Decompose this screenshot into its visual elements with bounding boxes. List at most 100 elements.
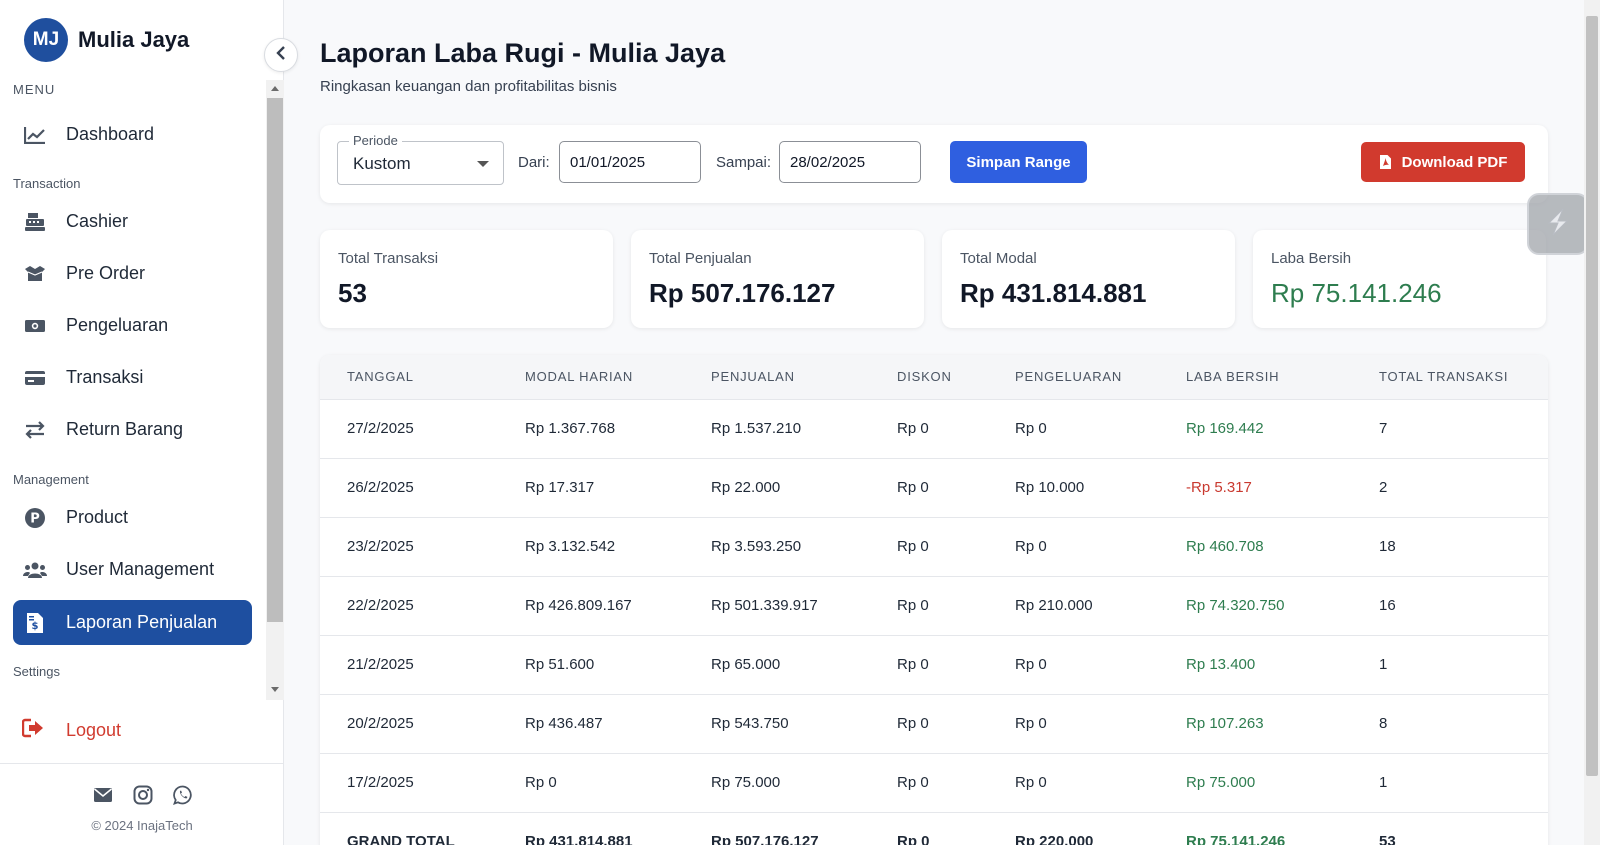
report-table: TANGGAL MODAL HARIAN PENJUALAN DISKON PENGEL…	[320, 355, 1548, 845]
periode-value: Kustom	[353, 154, 411, 173]
download-pdf-button[interactable]: Download PDF	[1361, 142, 1525, 182]
table-cell: 18	[1352, 516, 1548, 576]
report-table-card: TANGGAL MODAL HARIAN PENJUALAN DISKON PENGEL…	[320, 355, 1548, 845]
table-cell: Rp 17.317	[498, 457, 684, 517]
table-row: 26/2/2025 Rp 17.317 Rp 22.000 Rp 0 Rp 10.000…	[320, 457, 1548, 517]
table-cell: 22/2/2025	[320, 575, 498, 635]
table-cell: Rp 13.400	[1159, 634, 1352, 694]
table-cell: Rp 74.320.750	[1159, 575, 1352, 635]
email-icon[interactable]	[92, 784, 114, 806]
column-header: DISKON	[897, 369, 952, 385]
grand-total-row: GRAND TOTAL Rp 431.814.881 Rp 507.176.127 R…	[320, 811, 1548, 845]
table-cell: Rp 3.593.250	[684, 516, 870, 576]
table-cell: Rp 0	[870, 398, 988, 458]
table-cell: Rp 0	[498, 752, 684, 812]
table-cell: Rp 0	[870, 634, 988, 694]
table-cell: Rp 0	[870, 457, 988, 517]
table-cell: 21/2/2025	[320, 634, 498, 694]
sidebar-item-cashier[interactable]: Cashier	[13, 199, 252, 244]
sidebar-item-laporan-penjualan[interactable]: $ Laporan Penjualan	[13, 600, 252, 645]
table-cell: Rp 543.750	[684, 693, 870, 753]
table-cell: Rp 169.442	[1159, 398, 1352, 458]
file-pdf-icon	[1379, 154, 1392, 170]
page-scroll-thumb[interactable]	[1586, 16, 1598, 776]
instagram-icon[interactable]	[132, 784, 154, 806]
table-body: 27/2/2025 Rp 1.367.768 Rp 1.537.210 Rp 0 Rp …	[320, 398, 1548, 845]
column-header: PENJUALAN	[711, 369, 795, 385]
sidebar-scrollbar[interactable]	[266, 80, 284, 700]
table-cell: Rp 436.487	[498, 693, 684, 753]
transaction-section-label: Transaction	[13, 176, 81, 191]
sidebar-item-dashboard[interactable]: Dashboard	[13, 112, 252, 157]
table-cell: Rp 0	[870, 575, 988, 635]
total-cell: 53	[1352, 811, 1548, 845]
table-row: 27/2/2025 Rp 1.367.768 Rp 1.537.210 Rp 0 Rp …	[320, 398, 1548, 458]
table-cell: 1	[1352, 634, 1548, 694]
scroll-down-arrow-icon[interactable]	[271, 687, 279, 692]
table-cell: Rp 0	[988, 634, 1159, 694]
stat-card-total-transaksi: Total Transaksi 53	[320, 230, 613, 328]
stat-value: Rp 431.814.881	[960, 278, 1147, 308]
dari-label: Dari:	[518, 154, 550, 171]
lightning-icon	[1541, 205, 1575, 244]
stat-label: Laba Bersih	[1271, 250, 1352, 267]
caret-down-icon	[477, 161, 489, 167]
page-scrollbar[interactable]	[1584, 0, 1600, 845]
table-row: 23/2/2025 Rp 3.132.542 Rp 3.593.250 Rp 0 Rp …	[320, 516, 1548, 576]
sidebar-item-label: Cashier	[66, 211, 129, 231]
sidebar-item-label: Dashboard	[66, 124, 155, 144]
stat-value: Rp 75.141.246	[1271, 278, 1442, 308]
stat-label: Total Modal	[960, 250, 1037, 267]
users-icon	[22, 559, 48, 581]
table-cell: Rp 210.000	[988, 575, 1159, 635]
whatsapp-icon[interactable]	[172, 784, 194, 806]
stat-card-laba-bersih: Laba Bersih Rp 75.141.246	[1253, 230, 1546, 328]
chevron-left-icon	[275, 45, 287, 65]
money-bill-icon	[22, 315, 48, 337]
cash-register-icon	[22, 211, 48, 233]
table-cell: Rp 501.339.917	[684, 575, 870, 635]
table-cell: 2	[1352, 457, 1548, 517]
table-cell: 8	[1352, 693, 1548, 753]
brand[interactable]: MJ Mulia Jaya	[24, 18, 189, 62]
table-cell: Rp 0	[988, 693, 1159, 753]
sidebar-item-pre-order[interactable]: Pre Order	[13, 251, 252, 296]
dari-date-input[interactable]	[559, 141, 701, 183]
simpan-range-button[interactable]: Simpan Range	[950, 141, 1087, 183]
column-header: TOTAL TRANSAKSI	[1379, 369, 1509, 385]
table-cell: Rp 22.000	[684, 457, 870, 517]
total-cell: Rp 75.141.246	[1159, 811, 1352, 845]
sidebar-item-user-management[interactable]: User Management	[13, 547, 252, 592]
file-invoice-dollar-icon: $	[22, 612, 48, 634]
sidebar-item-product[interactable]: P Product	[13, 495, 252, 540]
table-cell: 20/2/2025	[320, 693, 498, 753]
table-cell: Rp 75.000	[1159, 752, 1352, 812]
table-cell: Rp 426.809.167	[498, 575, 684, 635]
logout-button[interactable]: Logout	[21, 718, 122, 743]
sidebar-item-label: Transaksi	[66, 367, 144, 387]
scroll-up-arrow-icon[interactable]	[271, 86, 279, 91]
page-subtitle: Ringkasan keuangan dan profitabilitas bi…	[320, 78, 617, 95]
sampai-date-input[interactable]	[779, 141, 921, 183]
sidebar-item-return-barang[interactable]: Return Barang	[13, 407, 252, 452]
table-cell: Rp 0	[870, 752, 988, 812]
sidebar-item-pengeluaran[interactable]: Pengeluaran	[13, 303, 252, 348]
box-open-icon	[22, 263, 48, 285]
table-cell: Rp 1.537.210	[684, 398, 870, 458]
column-header: PENGELUARAN	[1015, 369, 1123, 385]
column-header: TANGGAL	[347, 369, 414, 385]
sidebar-item-label: Pengeluaran	[66, 315, 169, 335]
collapse-sidebar-button[interactable]	[264, 38, 298, 72]
sidebar-footer: © 2024 InajaTech	[0, 763, 284, 845]
floating-widget-button[interactable]	[1527, 193, 1589, 255]
periode-select[interactable]: Periode Kustom	[337, 133, 504, 185]
sidebar-scroll-thumb[interactable]	[267, 98, 283, 622]
total-cell: Rp 431.814.881	[498, 811, 684, 845]
sidebar-item-transaksi[interactable]: Transaksi	[13, 355, 252, 400]
sidebar-nav: MENU Dashboard Transaction Cashier Pre O…	[0, 78, 284, 698]
logout-label: Logout	[66, 720, 122, 740]
table-row: 22/2/2025 Rp 426.809.167 Rp 501.339.917 Rp …	[320, 575, 1548, 635]
sidebar-item-label: Pre Order	[66, 263, 146, 283]
column-header: MODAL HARIAN	[525, 369, 634, 385]
table-cell: Rp 0	[988, 398, 1159, 458]
